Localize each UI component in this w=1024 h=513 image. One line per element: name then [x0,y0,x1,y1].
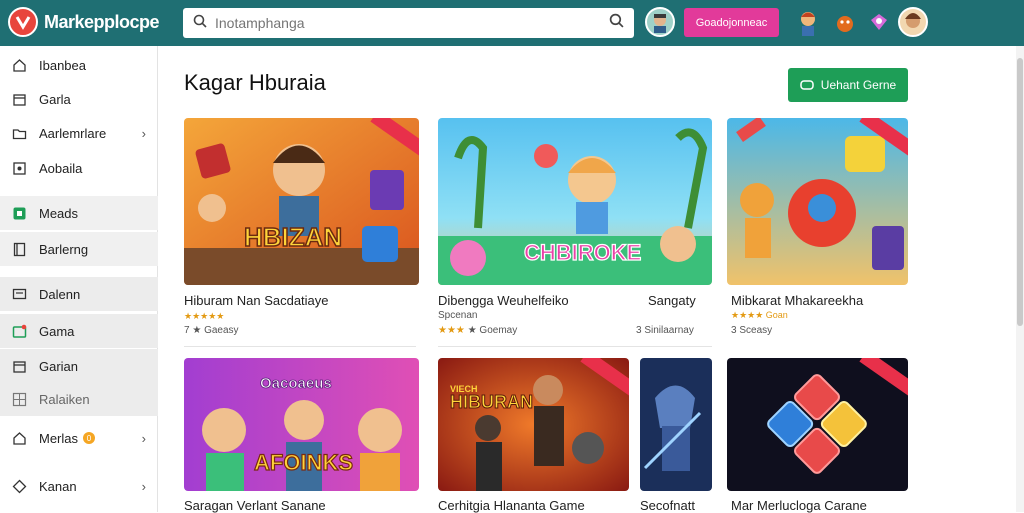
card-art-text: AFOINKS [254,450,353,475]
folder-icon [12,126,27,141]
game-card-title[interactable]: Hiburam Nan Sacdatiaye [184,293,329,308]
card-divider [438,346,712,347]
rating-stars: ★★★★ Goan [731,310,788,320]
sidebar-item-barlerng[interactable]: Barlerng [0,232,158,266]
rating-stars: ★★★★★ [184,311,225,321]
game-card-image[interactable]: CHBIROKE [438,118,712,285]
card-art-subtext: Oacoaeus [260,375,332,392]
gamepad-icon [800,78,814,92]
page-title: Kagar Hburaia [184,70,326,95]
gamepad-icon [12,324,27,339]
card-art-text: HBIZAN [244,222,342,252]
sidebar-item-label: Gama [39,323,75,339]
card-art-text: CHBIROKE [524,240,641,265]
game-card-meta-text: ★ Goemay [467,325,518,336]
search-submit-icon[interactable] [609,13,624,33]
chevron-right-icon: › [141,125,146,141]
game-card-image[interactable] [727,358,908,491]
rating-stars: ★★★ [438,325,465,336]
game-card-meta: ★★★ ★ Goemay [438,325,517,336]
sidebar-item-label: Garla [39,91,71,107]
primary-action-label: Uehant Gerne [820,78,897,92]
card-divider [184,346,416,347]
search-icon [193,14,207,33]
chevron-right-icon: › [141,430,146,446]
game-card-image[interactable]: VIECH HIBURAN [438,358,629,491]
game-card-subtitle: Spcenan [438,310,478,321]
mascot-icon[interactable] [831,10,859,38]
game-card-title[interactable]: Saragan Verlant Sanane [184,498,326,513]
calendar-icon [12,92,27,107]
primary-action-button[interactable]: Uehant Gerne [788,68,908,102]
sidebar-item-dalenn[interactable]: Dalenn [0,277,158,311]
sidebar-item-kanan[interactable]: Kanan › [0,469,158,503]
sidebar-item-label: Garian [39,358,79,374]
message-icon [12,287,27,302]
sidebar: Ibanbea Garla Aarlemrlare › Aobaila Mead… [0,46,158,512]
count-badge: 0 [83,432,96,444]
game-card-title[interactable]: Secofnatt [640,498,695,513]
grid-icon [12,392,27,407]
sidebar-item-label: Ralaiken [39,391,90,407]
game-card-meta: 3 Sceasy [731,325,773,336]
sidebar-item-ralaiken[interactable]: Ralaiken [0,382,158,416]
scrollbar-thumb[interactable] [1017,58,1023,326]
sidebar-item-label: Meads [39,205,79,221]
game-card-title-right: Sangaty [648,293,696,308]
profile-avatar[interactable] [898,7,928,37]
header-cta-button[interactable]: Goadojonneac [684,8,779,37]
game-card-title[interactable]: Cerhitgia Hlananta Game [438,498,585,513]
brand-name: Markepplocpe [44,11,160,32]
game-card-image[interactable] [640,358,712,491]
sidebar-item-aarlemrlare[interactable]: Aarlemrlare › [0,116,158,150]
top-bar: Markepplocpe Goadojonneac [0,0,1024,46]
home-icon [12,431,27,446]
chevron-right-icon: › [141,478,146,494]
sidebar-item-label: Aarlemrlare [39,125,107,141]
calendar-icon [12,359,27,374]
game-card-title[interactable]: Dibengga Weuhelfeiko [438,293,569,308]
sidebar-item-label: Aobaila [39,160,83,176]
tag-icon [12,161,27,176]
sidebar-item-label: Ibanbea [39,57,86,73]
user-avatar[interactable] [645,7,675,37]
sidebar-item-merlas[interactable]: Merlas 0 › [0,421,158,455]
sidebar-item-aobaila[interactable]: Aobaila [0,151,158,185]
search-bar[interactable] [183,8,634,38]
home-icon [12,58,27,73]
search-input[interactable] [215,15,609,31]
notification-icon[interactable] [865,8,893,36]
character-avatar-icon[interactable] [794,9,822,37]
sidebar-item-garla[interactable]: Garla [0,82,158,116]
sidebar-item-label: Dalenn [39,286,81,302]
game-card-title[interactable]: Mibkarat Mhakareekha [731,293,863,308]
game-card-image[interactable]: HBIZAN [184,118,419,285]
card-art-text: HIBURAN [450,392,533,412]
sidebar-item-ibanbea[interactable]: Ibanbea [0,48,158,82]
sidebar-item-meads[interactable]: Meads [0,196,158,230]
game-card-title[interactable]: Mar Merlucloga Carane [731,498,867,513]
game-card-image[interactable]: Oacoaeus AFOINKS [184,358,419,491]
cube-icon [12,479,27,494]
brand-logo[interactable]: Markepplocpe [8,7,160,37]
game-card-meta-right: 3 Sinilaarnay [636,325,694,336]
sidebar-item-label: Merlas [39,430,79,446]
sidebar-item-gama[interactable]: Gama [0,314,158,348]
sidebar-item-garian[interactable]: Garian [0,349,158,383]
sidebar-item-label: Barlerng [39,241,89,257]
game-icon [12,206,27,221]
logo-icon [8,7,38,37]
sidebar-item-label: Kanan [39,478,77,494]
game-card-image[interactable] [727,118,908,285]
game-card-meta: 7 ★ Gaeasy [184,325,239,336]
book-icon [12,242,27,257]
